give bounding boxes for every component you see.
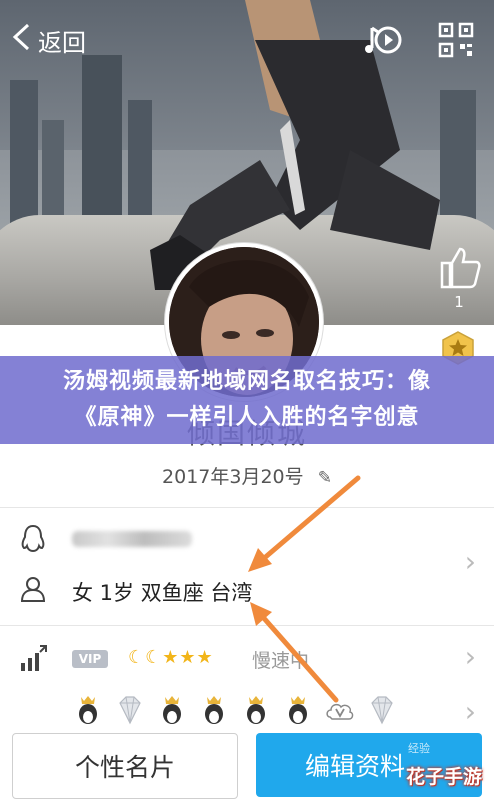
profile-card-button[interactable]: 个性名片 [12,733,238,799]
like-count: 1 [454,293,464,311]
penguin-crown-icon [247,696,265,724]
building [10,80,38,230]
building [42,120,64,230]
speed-status: 慢速中 [252,650,310,672]
pencil-icon[interactable]: ✎ [318,468,332,488]
penguin-outline-icon [21,524,45,553]
chevron-right-icon[interactable]: › [465,695,476,728]
register-date-row: 2017年3月20号 ✎ [0,462,494,489]
qq-number-blurred [72,531,192,547]
music-note-icon [365,26,402,54]
back-label: 返回 [38,28,86,57]
penguin-crown-icon [289,696,307,724]
watermark-faint-text: 经验 [408,742,430,755]
personal-details-row[interactable]: 女 1岁 双鱼座 台湾 [0,566,494,616]
title-banner: 汤姆视频最新地域网名取名技巧：像 《原神》一样引人入胜的名字创意 [0,356,494,444]
diamond-icon [119,696,141,725]
chevron-right-icon[interactable]: › [465,640,476,673]
edit-profile-label: 编辑资料 [304,752,405,781]
banner-title: 汤姆视频最新地域网名取名技巧：像 《原神》一样引人入胜的名字创意 [12,364,482,436]
register-date: 2017年3月20号 [162,466,304,488]
cloud-v-icon [326,703,354,720]
chevron-left-icon [10,22,32,58]
qr-code-button[interactable] [438,22,474,58]
vip-badge: VIP [72,650,108,668]
diamond-icon [371,696,393,725]
top-bar: 返回 [0,0,494,80]
chevron-right-icon[interactable]: › [465,545,476,578]
medal-row[interactable] [72,695,398,727]
banner-line-1: 汤姆视频最新地域网名取名技巧：像 [62,369,431,394]
watermark-text: 花子手游 [405,766,482,788]
penguin-crown-icon [79,696,97,724]
personal-details: 女 1岁 双鱼座 台湾 [72,581,253,605]
profile-card-label: 个性名片 [74,753,175,782]
penguin-crown-icon [163,696,181,724]
penguin-crown-icon [205,696,223,724]
level-icons: ☾☾★★★ [128,647,214,668]
back-button[interactable]: 返回 [10,22,86,58]
music-button[interactable] [362,20,402,60]
like-button[interactable]: 1 [432,245,486,320]
site-watermark: 花子手游 [398,758,490,796]
bar-chart-up-icon [21,645,47,671]
thumbs-up-icon [440,247,481,289]
banner-line-2: 《原神》一样引人入胜的名字创意 [74,405,420,430]
building [128,100,152,230]
qr-code-icon [438,22,474,58]
person-outline-icon [20,577,46,602]
qq-number-row[interactable] [0,508,494,566]
building [82,55,122,230]
